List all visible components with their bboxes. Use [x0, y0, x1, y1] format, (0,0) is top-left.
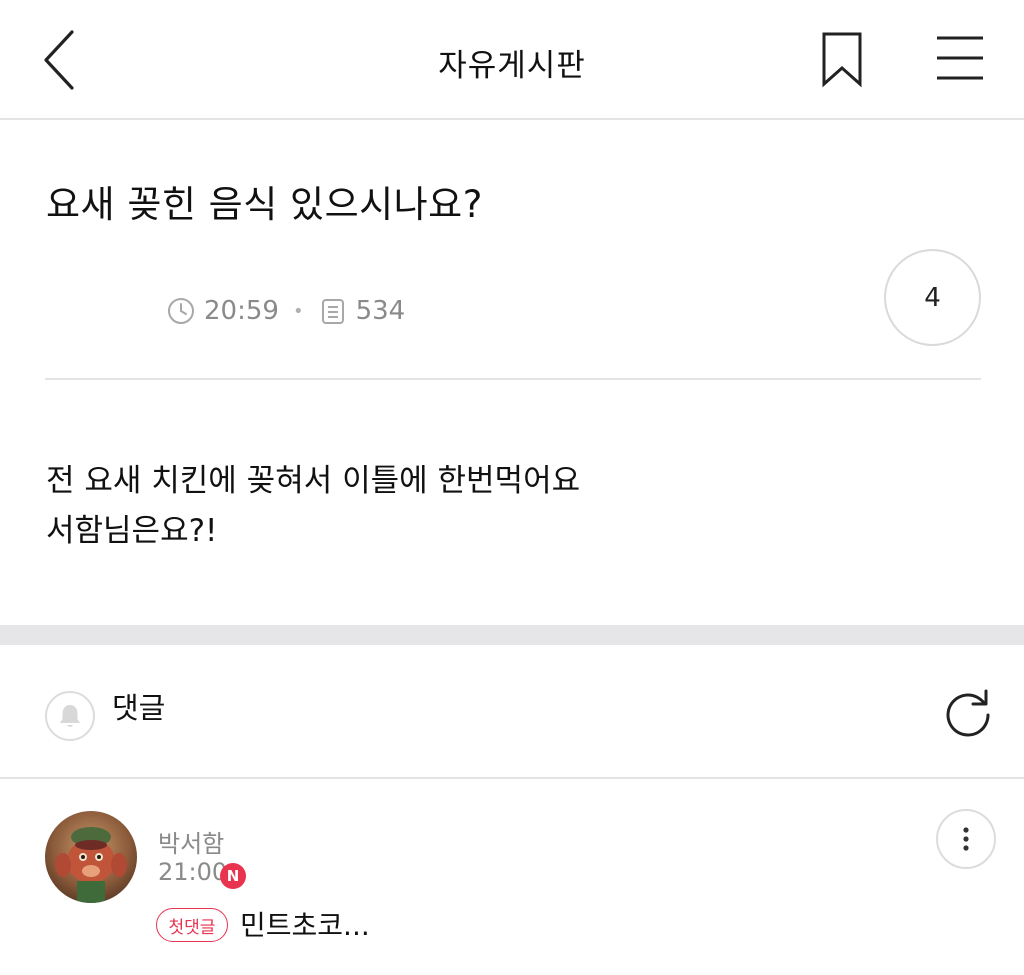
notification-toggle[interactable]	[45, 691, 95, 741]
comment-text: 민트초코...	[240, 909, 370, 942]
refresh-icon	[946, 689, 990, 737]
post-views: 534	[355, 296, 406, 326]
bell-icon	[60, 705, 80, 727]
top-bar: 자유게시판	[0, 0, 1024, 120]
like-button[interactable]: 4	[884, 249, 981, 346]
post-body-line: 서함님은요?!	[46, 513, 218, 549]
clock-icon	[168, 298, 194, 324]
first-comment-badge: 첫댓글	[156, 908, 228, 942]
views-icon	[321, 299, 344, 324]
avatar[interactable]	[45, 811, 137, 903]
comment-item: 박서함 21:00 N 첫댓글 민트초코...	[0, 780, 1024, 975]
bookmark-icon	[822, 32, 862, 88]
menu-button[interactable]	[930, 32, 990, 84]
new-badge: N	[220, 863, 246, 889]
post-meta: 20:59 • 534	[166, 292, 405, 330]
refresh-button[interactable]	[940, 685, 996, 741]
comment-time: 21:00	[158, 858, 228, 886]
avatar-image	[45, 811, 137, 903]
post-time: 20:59	[204, 296, 279, 326]
post-body: 전 요새 치킨에 꽂혀서 이틀에 한번먹어요 서함님은요?!	[46, 456, 580, 556]
more-vertical-icon	[963, 827, 969, 851]
hamburger-menu-icon	[937, 36, 983, 80]
meta-separator: •	[292, 300, 304, 322]
comments-label: 댓글	[112, 691, 166, 725]
section-separator	[0, 625, 1024, 645]
like-count: 4	[924, 282, 941, 313]
post-title: 요새 꽂힌 음식 있으시나요?	[46, 183, 483, 226]
board-title: 자유게시판	[438, 48, 586, 84]
divider	[45, 378, 981, 380]
comment-more-button[interactable]	[936, 809, 996, 869]
post-body-line: 전 요새 치킨에 꽂혀서 이틀에 한번먹어요	[46, 463, 581, 499]
bookmark-button[interactable]	[816, 28, 868, 90]
comment-author[interactable]: 박서함	[158, 824, 224, 859]
comments-header: 댓글	[0, 645, 1024, 779]
